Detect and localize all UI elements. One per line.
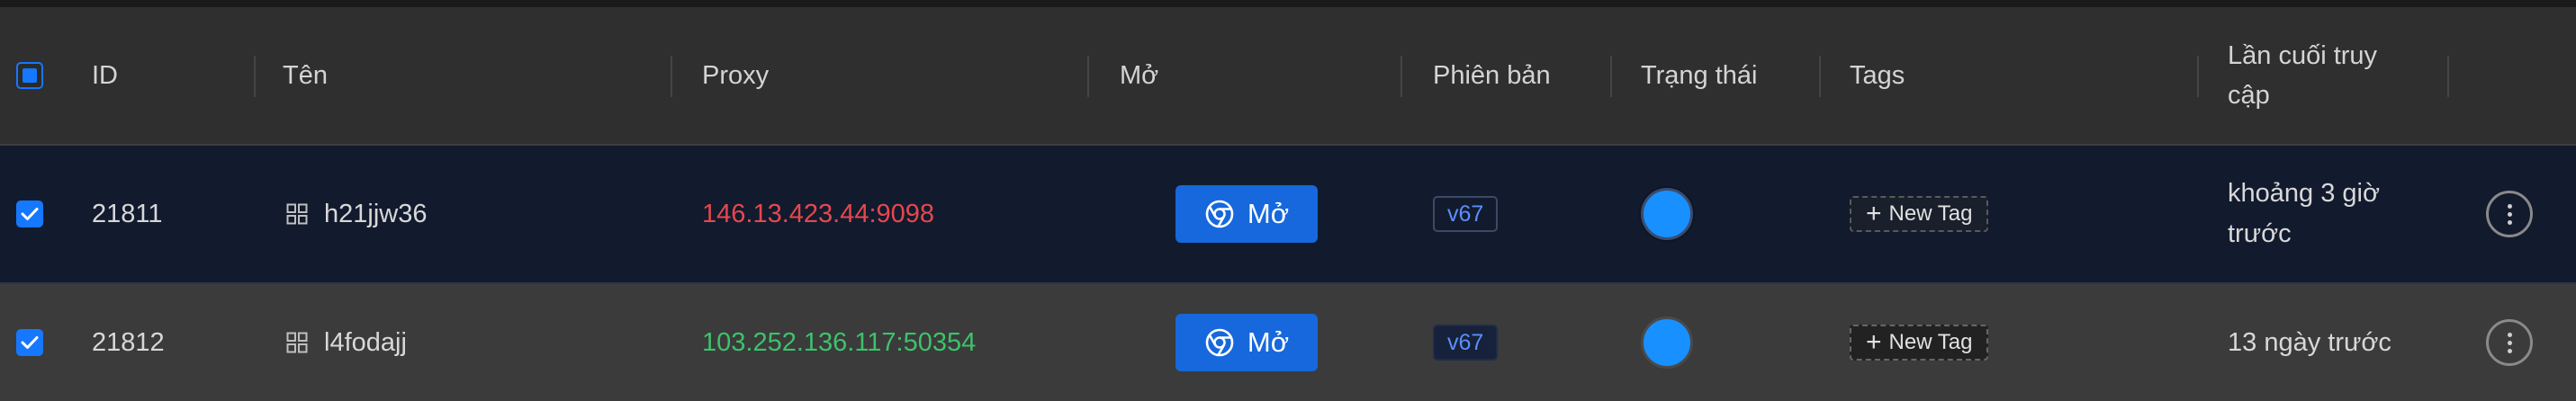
col-separator[interactable] (671, 56, 672, 97)
row-checkbox[interactable] (16, 329, 43, 356)
plus-icon: + (1866, 327, 1882, 357)
col-separator[interactable] (1401, 56, 1402, 97)
row-name-cell: l4fodajj (286, 284, 407, 401)
col-header-status[interactable]: Trạng thái (1641, 7, 1758, 144)
row-last-access: 13 ngày trước (2228, 327, 2391, 357)
row-select-cell (16, 146, 43, 282)
col-header-version[interactable]: Phiên bản (1433, 7, 1551, 144)
profile-name[interactable]: h21jjw36 (324, 200, 427, 229)
windows-icon (286, 203, 308, 225)
new-tag-button[interactable]: + New Tag (1850, 325, 1989, 361)
col-header-last-access-line1: Lần cuối truy (2228, 41, 2378, 70)
new-tag-button[interactable]: + New Tag (1850, 196, 1989, 232)
row-name-cell: h21jjw36 (286, 146, 427, 282)
select-all-cell (16, 7, 43, 144)
row-tags-cell: + New Tag (1850, 284, 1989, 401)
col-separator[interactable] (254, 56, 256, 97)
row-checkbox[interactable] (16, 200, 43, 227)
col-header-id[interactable]: ID (92, 7, 118, 144)
col-header-name[interactable]: Tên (283, 7, 328, 144)
open-browser-button[interactable]: Mở (1175, 185, 1318, 243)
new-tag-label: New Tag (1888, 330, 1973, 354)
row-actions-cell (2486, 284, 2533, 401)
check-icon (21, 208, 39, 220)
row-id: 21811 (92, 199, 163, 228)
table-row[interactable]: 21812 l4fodajj 103.252.136.117:50354 Mở … (0, 284, 2576, 401)
table-row[interactable]: 21811 h21jjw36 146.13.423.44:9098 Mở v67… (0, 146, 2576, 284)
chrome-icon (1204, 199, 1235, 229)
row-select-cell (16, 284, 43, 401)
row-id: 21812 (92, 327, 165, 357)
open-button-label: Mở (1247, 326, 1290, 358)
col-separator[interactable] (2197, 56, 2199, 97)
col-separator[interactable] (1819, 56, 1821, 97)
top-strip (0, 0, 2576, 7)
windows-icon (286, 332, 308, 353)
version-badge: v67 (1433, 196, 1499, 232)
row-version-cell: v67 (1433, 146, 1499, 282)
last-access-line1: khoảng 3 giờ (2228, 179, 2380, 208)
more-options-button[interactable] (2486, 191, 2533, 237)
more-options-button[interactable] (2486, 319, 2533, 366)
col-header-last-access[interactable]: Lần cuối truy cập (2228, 7, 2377, 144)
col-separator[interactable] (1610, 56, 1612, 97)
last-access-line2: trước (2228, 219, 2292, 248)
open-browser-button[interactable]: Mở (1175, 314, 1318, 371)
open-button-label: Mở (1247, 198, 1290, 229)
col-header-last-access-line2: cập (2228, 81, 2270, 110)
select-all-checkbox[interactable] (16, 62, 43, 89)
more-vertical-icon (2507, 332, 2512, 353)
version-badge: v67 (1433, 325, 1499, 361)
col-header-open[interactable]: Mở (1120, 7, 1158, 144)
status-indicator (1641, 188, 1693, 240)
profiles-table: ID Tên Proxy Mở Phiên bản Trạng thái Tag… (0, 0, 2576, 401)
col-header-proxy[interactable]: Proxy (702, 7, 769, 144)
row-actions-cell (2486, 146, 2533, 282)
check-icon (21, 336, 39, 349)
plus-icon: + (1866, 199, 1882, 228)
row-version-cell: v67 (1433, 284, 1499, 401)
row-proxy: 146.13.423.44:9098 (702, 199, 935, 228)
row-open-cell: Mở (1175, 146, 1318, 282)
row-tags-cell: + New Tag (1850, 146, 1989, 282)
col-separator[interactable] (1087, 56, 1089, 97)
status-indicator (1641, 316, 1693, 369)
row-status-cell (1641, 284, 1693, 401)
row-last-access: khoảng 3 giờ trước (2228, 146, 2380, 282)
profile-name[interactable]: l4fodajj (324, 328, 407, 358)
row-status-cell (1641, 146, 1693, 282)
more-vertical-icon (2507, 203, 2512, 225)
chrome-icon (1204, 327, 1235, 358)
col-separator[interactable] (2447, 56, 2449, 97)
row-open-cell: Mở (1175, 284, 1318, 401)
table-header: ID Tên Proxy Mở Phiên bản Trạng thái Tag… (0, 7, 2576, 146)
col-header-tags[interactable]: Tags (1850, 7, 1905, 144)
row-proxy: 103.252.136.117:50354 (702, 327, 977, 357)
new-tag-label: New Tag (1888, 201, 1973, 226)
